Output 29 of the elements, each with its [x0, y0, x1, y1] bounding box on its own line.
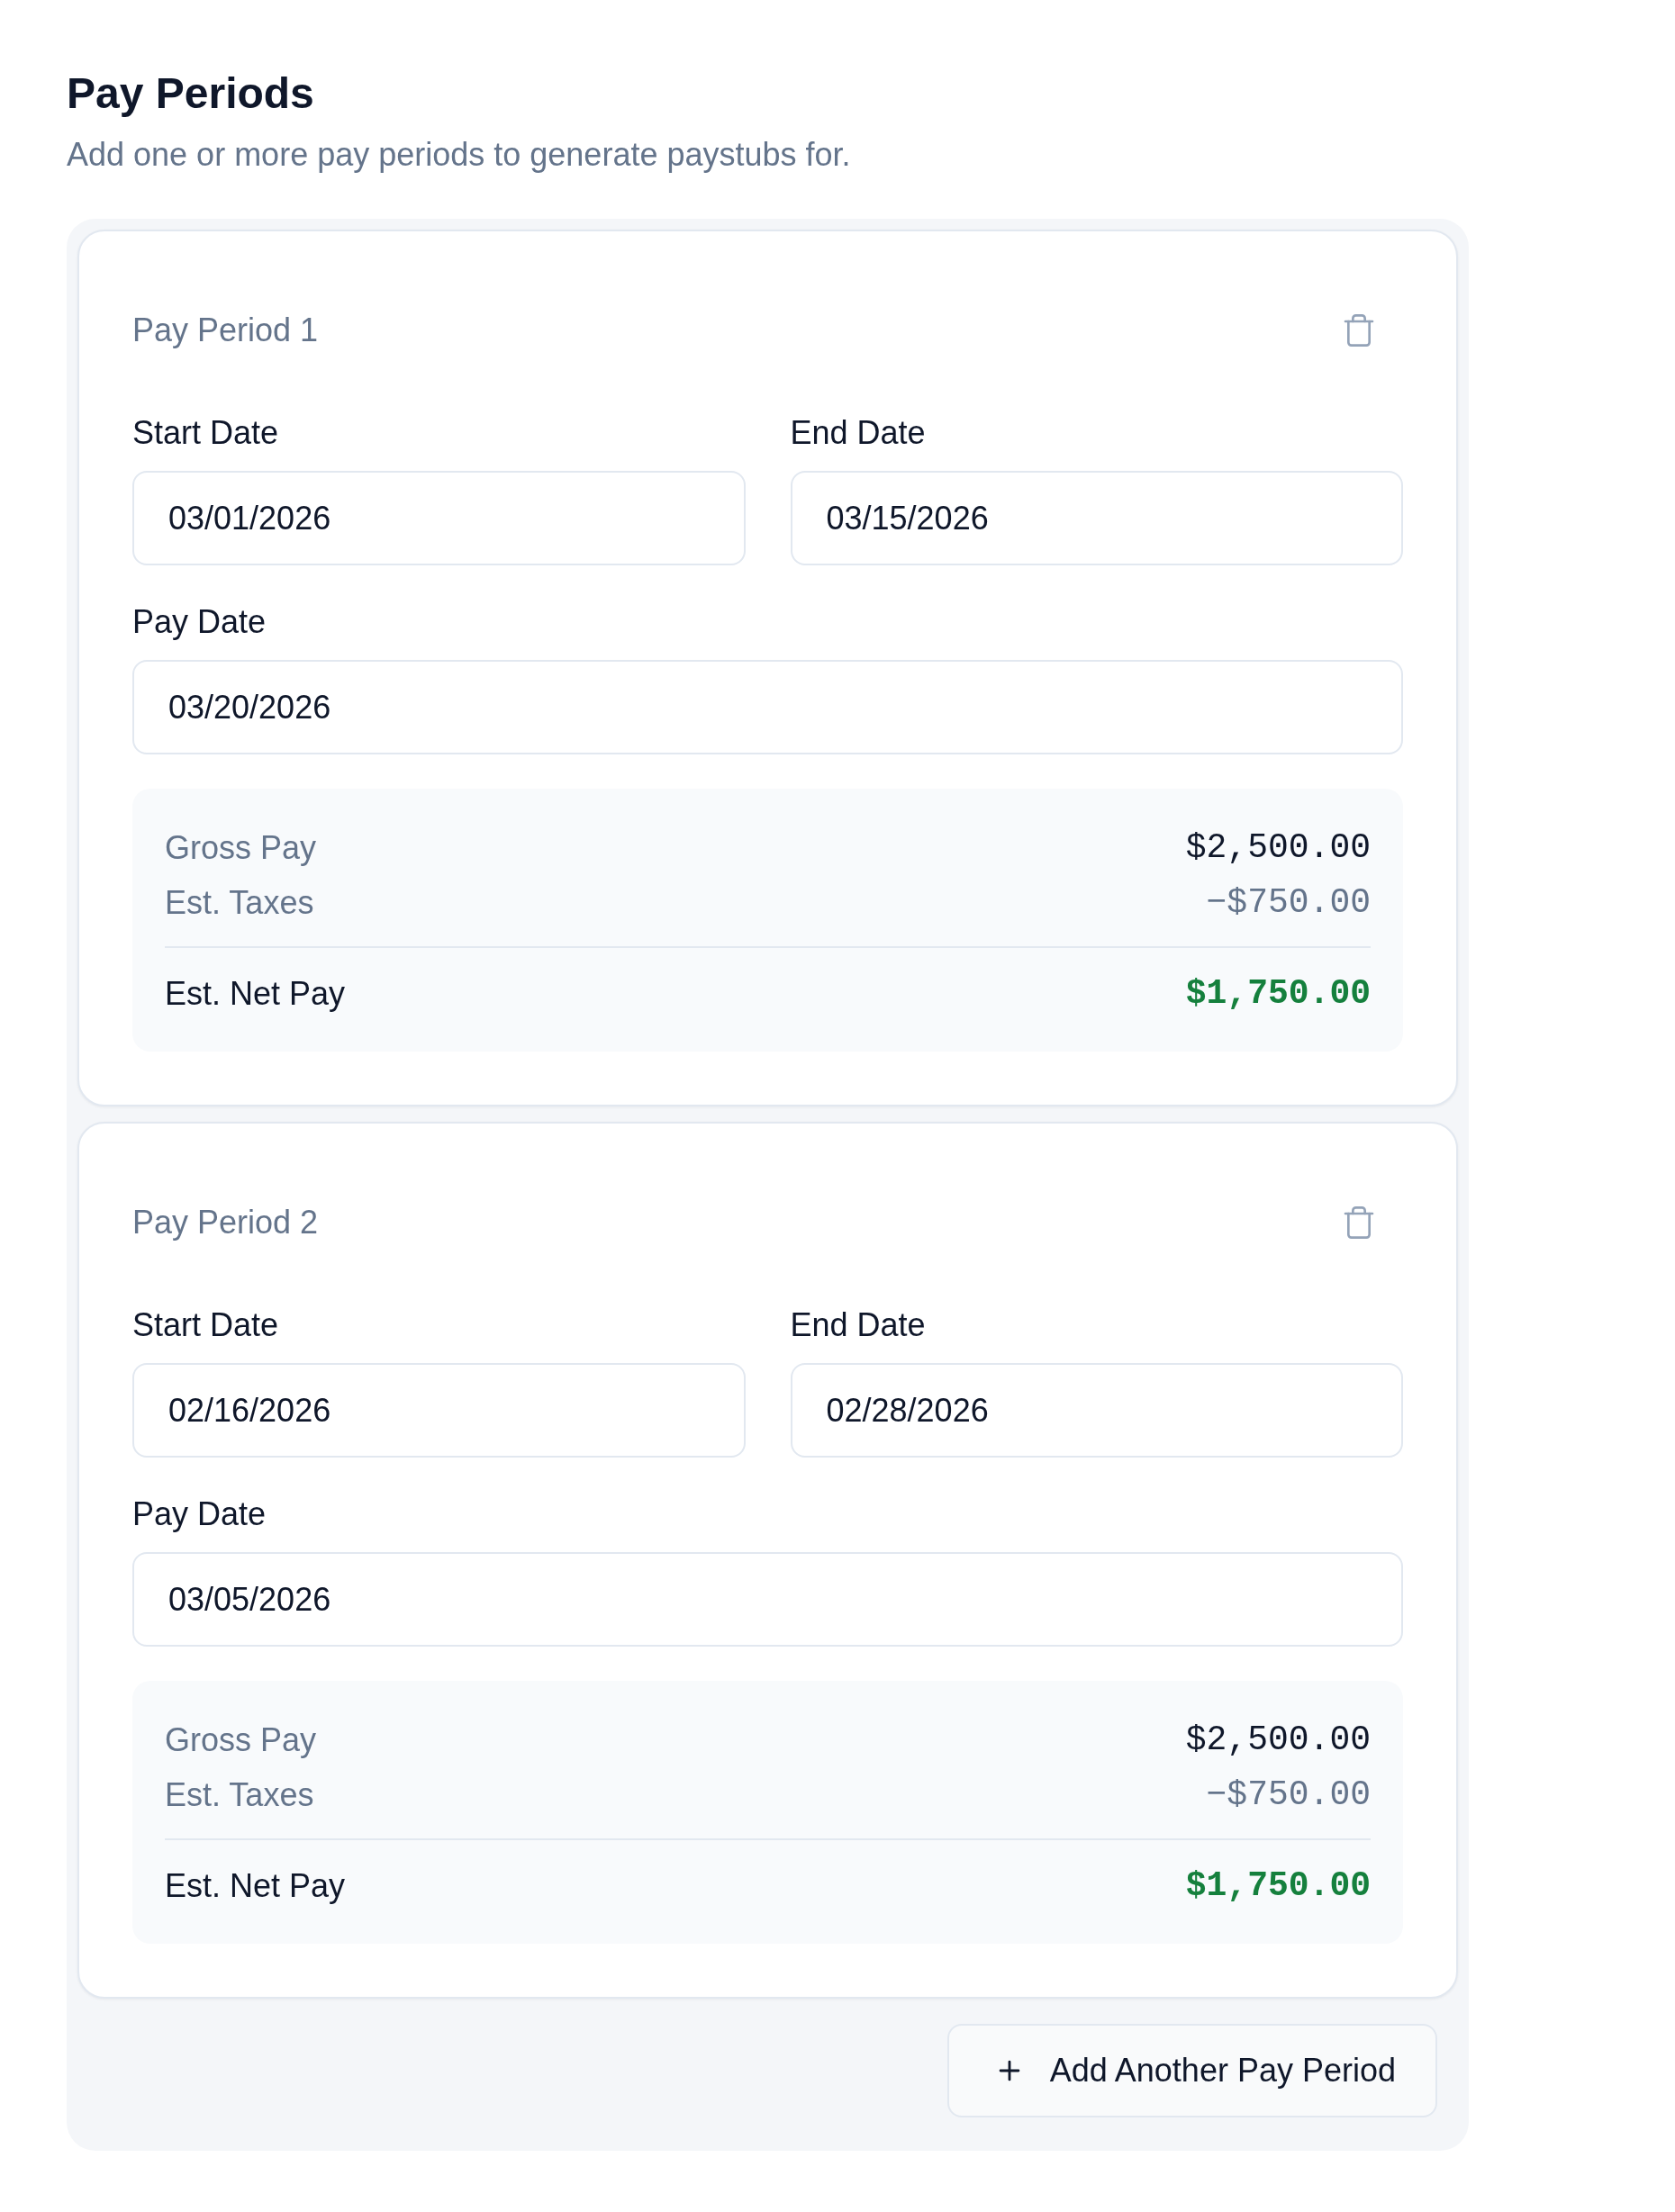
page-title: Pay Periods — [67, 68, 314, 119]
date-field[interactable]: 03/20/2026 — [132, 660, 1403, 754]
date-field[interactable]: 03/15/2026 — [790, 471, 1403, 565]
net-pay-amount: $1,750.00 — [1185, 1865, 1371, 1907]
net-pay-label: Est. Net Pay — [165, 974, 346, 1014]
field-label: End Date — [790, 413, 926, 453]
summary-label: Gross Pay — [165, 828, 317, 868]
field-label: Start Date — [132, 413, 279, 453]
summary-value: −$750.00 — [1206, 1774, 1371, 1816]
net-pay-label: Est. Net Pay — [165, 1866, 346, 1906]
date-field[interactable]: 02/16/2026 — [132, 1363, 746, 1458]
net-pay-amount: $1,750.00 — [1185, 973, 1371, 1015]
date-field[interactable]: 02/28/2026 — [790, 1363, 1403, 1458]
add-period-button[interactable]: Add Another Pay Period — [946, 2024, 1437, 2117]
field-label: Start Date — [132, 1305, 279, 1345]
period-title: Pay Period 1 — [132, 311, 319, 350]
summary-label: Gross Pay — [165, 1720, 317, 1760]
field-label: Pay Date — [132, 1494, 267, 1534]
summary-value: $2,500.00 — [1185, 827, 1371, 869]
date-field[interactable]: 03/01/2026 — [132, 471, 746, 565]
summary-value: $2,500.00 — [1185, 1720, 1371, 1761]
field-label: Pay Date — [132, 602, 267, 642]
summary-label: Est. Taxes — [165, 883, 314, 923]
period-title: Pay Period 2 — [132, 1203, 319, 1242]
field-label: End Date — [790, 1305, 926, 1345]
summary-value: −$750.00 — [1206, 882, 1371, 924]
page-subtitle: Add one or more pay periods to generate paystubs for. — [67, 135, 852, 175]
summary-label: Est. Taxes — [165, 1775, 314, 1815]
date-field[interactable]: 03/05/2026 — [132, 1552, 1403, 1647]
